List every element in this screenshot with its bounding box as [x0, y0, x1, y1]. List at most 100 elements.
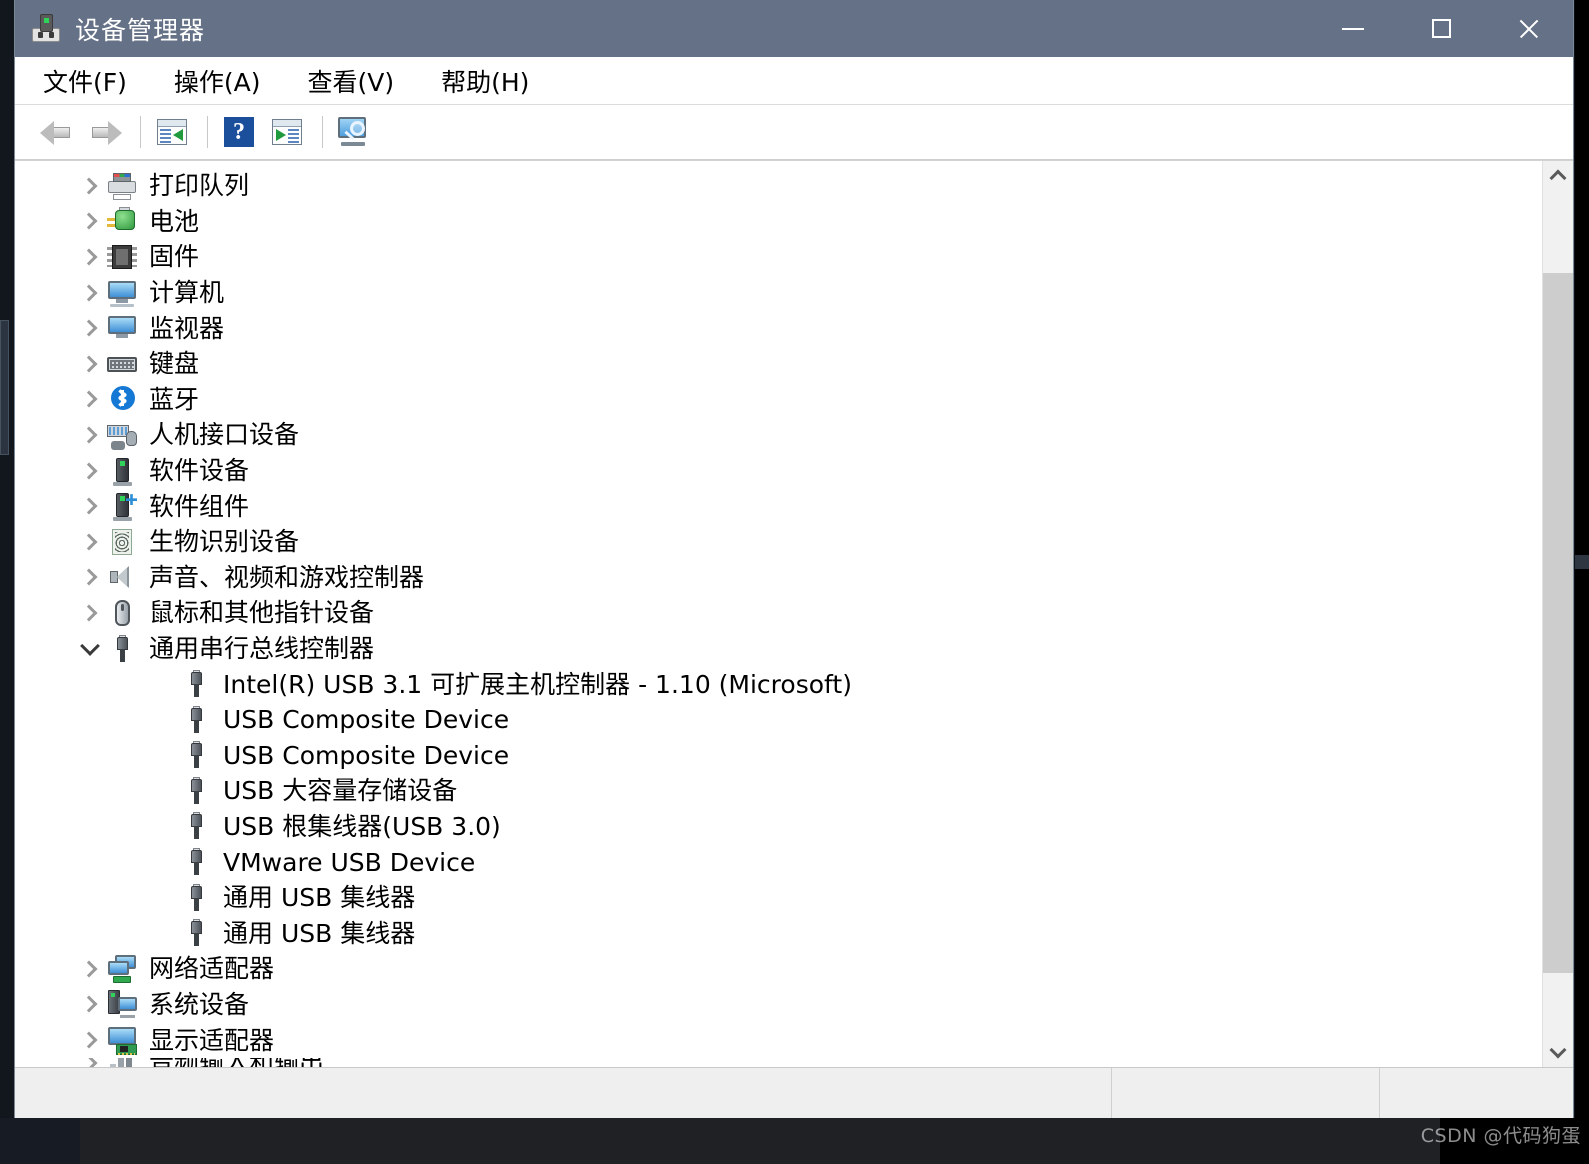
tree-node-label: VMware USB Device	[223, 847, 476, 877]
tree-node-label: USB 根集线器(USB 3.0)	[223, 811, 501, 841]
tree-node-biometric-devices[interactable]: 生物识别设备	[15, 524, 1542, 560]
tree-node-label: USB Composite Device	[223, 740, 510, 770]
tree-node-usb-mass-storage-device[interactable]: USB 大容量存储设备	[15, 773, 1542, 809]
tree-node-intel-usb-host-controller[interactable]: Intel(R) USB 3.1 可扩展主机控制器 - 1.10 (Micros…	[15, 666, 1542, 702]
chevron-right-icon[interactable]	[77, 386, 103, 412]
tree-node-hid[interactable]: 人机接口设备	[15, 417, 1542, 453]
titlebar[interactable]: 设备管理器	[15, 0, 1573, 57]
chevron-right-icon[interactable]	[77, 280, 103, 306]
tree-node-system-devices[interactable]: 系统设备	[15, 987, 1542, 1023]
chevron-right-icon[interactable]	[77, 208, 103, 234]
minimize-icon	[1342, 27, 1364, 30]
maximize-button[interactable]	[1397, 0, 1485, 57]
chevron-right-icon[interactable]	[77, 529, 103, 555]
help-question-icon: ?	[224, 117, 254, 147]
tree-node-generic-usb-hub-1[interactable]: 通用 USB 集线器	[15, 880, 1542, 916]
bluetooth-icon	[107, 384, 137, 414]
console-tree-icon	[272, 119, 302, 145]
chevron-down-icon	[1549, 1041, 1567, 1059]
tree-node-network-adapters[interactable]: 网络适配器	[15, 951, 1542, 987]
properties-icon	[157, 119, 187, 145]
usb-icon	[181, 811, 211, 841]
tree-node-bluetooth[interactable]: 蓝牙	[15, 382, 1542, 418]
scrollbar-track[interactable]	[1543, 191, 1573, 1037]
tree-node-print-queues[interactable]: 打印队列	[15, 168, 1542, 204]
tree-node-software-devices[interactable]: 软件设备	[15, 453, 1542, 489]
chevron-down-icon[interactable]	[77, 636, 103, 662]
tree-node-usb-root-hub[interactable]: USB 根集线器(USB 3.0)	[15, 809, 1542, 845]
device-tree[interactable]: 打印队列 电池 固件 计算机 监视器 键盘 蓝牙 人机接口设备 软件设备 软件组…	[15, 161, 1542, 1067]
tree-node-label: 键盘	[149, 349, 200, 379]
monitor-icon	[107, 313, 137, 343]
tree-node-generic-usb-hub-2[interactable]: 通用 USB 集线器	[15, 915, 1542, 951]
toolbar-separator-1	[140, 116, 141, 148]
tree-node-label: Intel(R) USB 3.1 可扩展主机控制器 - 1.10 (Micros…	[223, 669, 852, 699]
tree-node-usb-composite-device-1[interactable]: USB Composite Device	[15, 702, 1542, 738]
scroll-up-button[interactable]	[1543, 161, 1573, 191]
tree-node-computer[interactable]: 计算机	[15, 275, 1542, 311]
scan-hardware-changes-button[interactable]	[332, 112, 376, 152]
tree-node-label: 软件组件	[149, 491, 250, 521]
show-hide-console-tree-button[interactable]	[265, 112, 309, 152]
chevron-right-icon[interactable]	[77, 1058, 103, 1067]
tree-node-label: 监视器	[149, 313, 225, 343]
display-adapter-icon	[107, 1025, 137, 1056]
tree-node-monitors[interactable]: 监视器	[15, 310, 1542, 346]
chevron-right-icon[interactable]	[77, 315, 103, 341]
tree-node-usb-composite-device-2[interactable]: USB Composite Device	[15, 738, 1542, 774]
tree-node-firmware[interactable]: 固件	[15, 239, 1542, 275]
tree-node-label: 通用 USB 集线器	[223, 918, 416, 948]
chevron-right-icon[interactable]	[77, 244, 103, 270]
usb-icon	[181, 705, 211, 735]
tree-node-display-adapters[interactable]: 显示适配器	[15, 1022, 1542, 1058]
tree-node-batteries[interactable]: 电池	[15, 204, 1542, 240]
scrollbar-thumb[interactable]	[1543, 273, 1573, 973]
tree-node-label: 通用 USB 集线器	[223, 883, 416, 913]
chevron-right-icon[interactable]	[77, 422, 103, 448]
chevron-right-icon[interactable]	[77, 991, 103, 1017]
menu-view[interactable]: 查看(V)	[306, 60, 397, 102]
properties-button[interactable]	[150, 112, 194, 152]
tree-node-usb-controllers[interactable]: 通用串行总线控制器	[15, 631, 1542, 667]
tree-node-mice-pointing-devices[interactable]: 鼠标和其他指针设备	[15, 595, 1542, 631]
chevron-right-icon[interactable]	[77, 351, 103, 377]
tree-node-keyboards[interactable]: 键盘	[15, 346, 1542, 382]
tree-node-label: 通用串行总线控制器	[149, 634, 375, 664]
back-arrow-icon	[40, 119, 74, 145]
menu-action[interactable]: 操作(A)	[172, 60, 263, 102]
chevron-right-icon[interactable]	[77, 564, 103, 590]
tree-node-software-components[interactable]: 软件组件	[15, 488, 1542, 524]
maximize-icon	[1431, 19, 1451, 38]
close-button[interactable]	[1485, 0, 1573, 57]
scroll-down-button[interactable]	[1543, 1037, 1573, 1067]
chevron-right-icon[interactable]	[77, 458, 103, 484]
vertical-scrollbar[interactable]	[1542, 161, 1573, 1067]
tree-node-sound-video-game-controllers[interactable]: 声音、视频和游戏控制器	[15, 560, 1542, 596]
chevron-right-icon[interactable]	[77, 1027, 103, 1053]
window-controls	[1309, 0, 1573, 57]
help-button[interactable]: ?	[217, 112, 261, 152]
taskbar-window-strip	[80, 1118, 1440, 1164]
tree-node-vmware-usb-device[interactable]: VMware USB Device	[15, 844, 1542, 880]
chevron-right-icon[interactable]	[77, 600, 103, 626]
content-area: 打印队列 电池 固件 计算机 监视器 键盘 蓝牙 人机接口设备 软件设备 软件组…	[15, 160, 1573, 1067]
tree-node-label: 生物识别设备	[149, 527, 300, 557]
network-adapter-icon	[107, 954, 137, 984]
minimize-button[interactable]	[1309, 0, 1397, 57]
back-button[interactable]	[35, 112, 79, 152]
chevron-right-icon[interactable]	[77, 956, 103, 982]
chevron-right-icon[interactable]	[77, 493, 103, 519]
chevron-right-icon[interactable]	[77, 173, 103, 199]
forward-button[interactable]	[83, 112, 127, 152]
background-right-notch	[1575, 555, 1589, 569]
menu-help[interactable]: 帮助(H)	[439, 60, 531, 102]
csdn-watermark: CSDN @代码狗蛋	[1420, 1125, 1581, 1147]
status-segment-2	[1379, 1068, 1573, 1121]
chevron-up-icon	[1549, 169, 1567, 187]
menu-file[interactable]: 文件(F)	[41, 60, 129, 102]
tree-node-audio-inputs-outputs[interactable]: 音频输入和输出	[15, 1057, 1542, 1067]
